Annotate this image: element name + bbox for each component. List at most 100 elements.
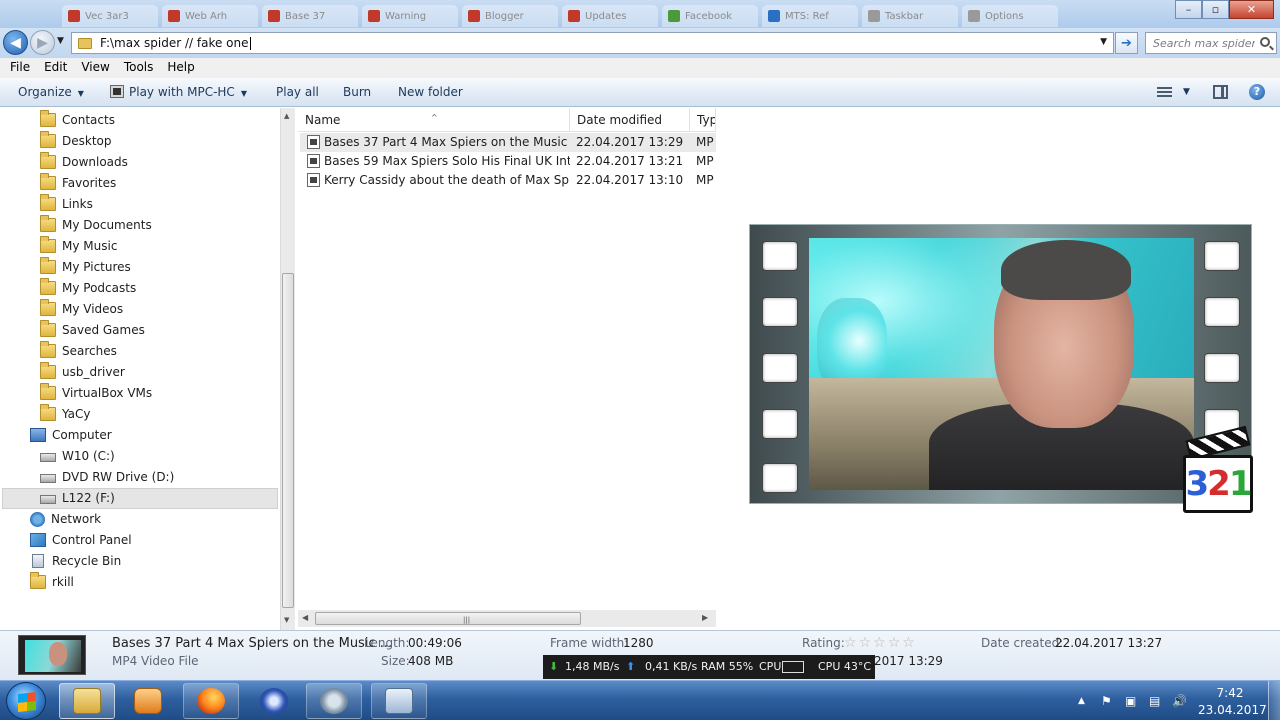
recent-pages-dropdown[interactable]: ▼	[57, 36, 64, 46]
file-row[interactable]: Bases 59 Max Spiers Solo His Final UK In…	[300, 152, 716, 171]
nav-item[interactable]: Searches	[40, 341, 117, 361]
nav-item[interactable]: L122 (F:)	[40, 488, 115, 508]
address-dropdown[interactable]: ▼	[1100, 37, 1107, 47]
close-button[interactable]: ✕	[1229, 0, 1274, 19]
browser-tab[interactable]: Base 37	[262, 5, 358, 27]
file-list-hscrollbar[interactable]: ◀ ||| ▶	[298, 610, 716, 627]
folder-icon	[40, 299, 56, 316]
action-center-flag-icon[interactable]: ⚑	[1101, 694, 1112, 708]
menu-help[interactable]: Help	[160, 58, 201, 78]
nav-item[interactable]: Links	[40, 194, 93, 214]
clock-time[interactable]: 7:42	[1205, 686, 1255, 700]
column-name[interactable]: Name ^	[298, 108, 570, 132]
back-button[interactable]: ◀	[3, 30, 28, 55]
taskbar-explorer[interactable]	[59, 683, 115, 719]
nav-scroll-thumb[interactable]	[282, 273, 294, 608]
file-row[interactable]: Kerry Cassidy about the death of Max Spi…	[300, 171, 716, 190]
burn-button[interactable]: Burn	[343, 85, 371, 99]
taskbar-app[interactable]	[371, 683, 427, 719]
nav-item[interactable]: usb_driver	[40, 362, 125, 382]
star-icon[interactable]: ☆	[844, 635, 857, 651]
browser-tab[interactable]: MTS: Ref	[762, 5, 858, 27]
nav-item[interactable]: DVD RW Drive (D:)	[40, 467, 174, 487]
play-with-button[interactable]: Play with MPC-HC ▼	[110, 85, 247, 99]
column-date-modified[interactable]: Date modified	[570, 108, 690, 132]
search-icon[interactable]	[1260, 37, 1270, 47]
menu-view[interactable]: View	[74, 58, 116, 78]
show-desktop-button[interactable]	[1268, 681, 1280, 720]
nav-item[interactable]: Control Panel	[30, 530, 132, 550]
scroll-right-icon[interactable]: ▶	[702, 613, 708, 622]
browser-tab[interactable]: Blogger	[462, 5, 558, 27]
file-row[interactable]: Bases 37 Part 4 Max Spiers on the Music …	[300, 133, 716, 152]
menu-edit[interactable]: Edit	[37, 58, 74, 78]
nav-item[interactable]: My Music	[40, 236, 117, 256]
go-button[interactable]: ➔	[1115, 32, 1138, 54]
star-icon[interactable]: ☆	[873, 635, 886, 651]
play-all-button[interactable]: Play all	[276, 85, 319, 99]
rating-stars[interactable]: ☆ ☆ ☆ ☆ ☆	[844, 635, 917, 651]
forward-button[interactable]: ▶	[30, 30, 55, 55]
nav-item[interactable]: Desktop	[40, 131, 112, 151]
taskbar-thunderbird[interactable]	[246, 683, 302, 719]
search-box[interactable]	[1145, 32, 1277, 54]
nav-item[interactable]: Contacts	[40, 110, 115, 130]
taskbar-utility[interactable]	[306, 683, 362, 719]
start-button[interactable]	[6, 682, 46, 720]
search-input[interactable]	[1153, 36, 1255, 50]
browser-tab[interactable]: Facebook	[662, 5, 758, 27]
star-icon[interactable]: ☆	[888, 635, 901, 651]
nav-item[interactable]: Computer	[30, 425, 112, 445]
nav-item[interactable]: VirtualBox VMs	[40, 383, 152, 403]
nav-item[interactable]: Downloads	[40, 152, 128, 172]
nav-item[interactable]: Recycle Bin	[30, 551, 121, 571]
nav-item[interactable]: Network	[30, 509, 101, 529]
browser-tab[interactable]: Warning	[362, 5, 458, 27]
column-type[interactable]: Typ	[690, 108, 716, 132]
nav-item[interactable]: rkill	[30, 572, 74, 592]
file-list-scroll-thumb[interactable]: |||	[315, 612, 581, 625]
device-icon[interactable]: ▣	[1125, 694, 1136, 708]
nav-item[interactable]: W10 (C:)	[40, 446, 115, 466]
taskbar-media-player[interactable]	[120, 683, 176, 719]
star-icon[interactable]: ☆	[902, 635, 915, 651]
taskbar-firefox[interactable]	[183, 683, 239, 719]
show-hidden-icons[interactable]: ▲	[1078, 696, 1085, 706]
nav-item[interactable]: My Documents	[40, 215, 152, 235]
browser-tab[interactable]: Updates	[562, 5, 658, 27]
browser-tab[interactable]: Options	[962, 5, 1058, 27]
organize-button[interactable]: Organize ▼	[18, 85, 84, 99]
view-options-dropdown[interactable]: ▼	[1183, 87, 1190, 97]
scroll-up-icon[interactable]: ▲	[284, 112, 289, 120]
browser-tab[interactable]: Web Arh	[162, 5, 258, 27]
nav-item[interactable]: YaCy	[40, 404, 91, 424]
nav-item[interactable]: My Podcasts	[40, 278, 136, 298]
nav-item-label: usb_driver	[62, 365, 125, 379]
scroll-left-icon[interactable]: ◀	[302, 613, 308, 622]
nav-item[interactable]: My Pictures	[40, 257, 131, 277]
volume-icon[interactable]: 🔊	[1172, 694, 1187, 708]
network-tray-icon[interactable]: ▤	[1149, 694, 1160, 708]
star-icon[interactable]: ☆	[859, 635, 872, 651]
help-icon[interactable]: ?	[1249, 84, 1265, 100]
upload-speed: 0,41 KB/s	[645, 660, 698, 673]
address-bar[interactable]: F:\max spider // fake one ▼	[71, 32, 1114, 54]
change-view-icon[interactable]	[1157, 87, 1172, 98]
nav-item[interactable]: Saved Games	[40, 320, 145, 340]
nav-item[interactable]: My Videos	[40, 299, 123, 319]
nav-scrollbar[interactable]: ▲ ▼	[280, 108, 295, 630]
folder-icon	[40, 194, 56, 211]
menu-tools[interactable]: Tools	[117, 58, 161, 78]
scroll-down-icon[interactable]: ▼	[284, 616, 289, 624]
menu-file[interactable]: File	[3, 58, 37, 78]
nav-item[interactable]: Favorites	[40, 173, 116, 193]
new-folder-button[interactable]: New folder	[398, 85, 463, 99]
maximize-button[interactable]: ▫	[1202, 0, 1229, 19]
address-path[interactable]: F:\max spider // fake one	[100, 36, 249, 50]
preview-pane-icon[interactable]	[1213, 85, 1228, 99]
browser-tab[interactable]: Vec 3ar3	[62, 5, 158, 27]
nav-item-label: W10 (C:)	[62, 449, 115, 463]
clock-date[interactable]: 23.04.2017	[1198, 703, 1267, 717]
minimize-button[interactable]: –	[1175, 0, 1202, 19]
browser-tab[interactable]: Taskbar	[862, 5, 958, 27]
